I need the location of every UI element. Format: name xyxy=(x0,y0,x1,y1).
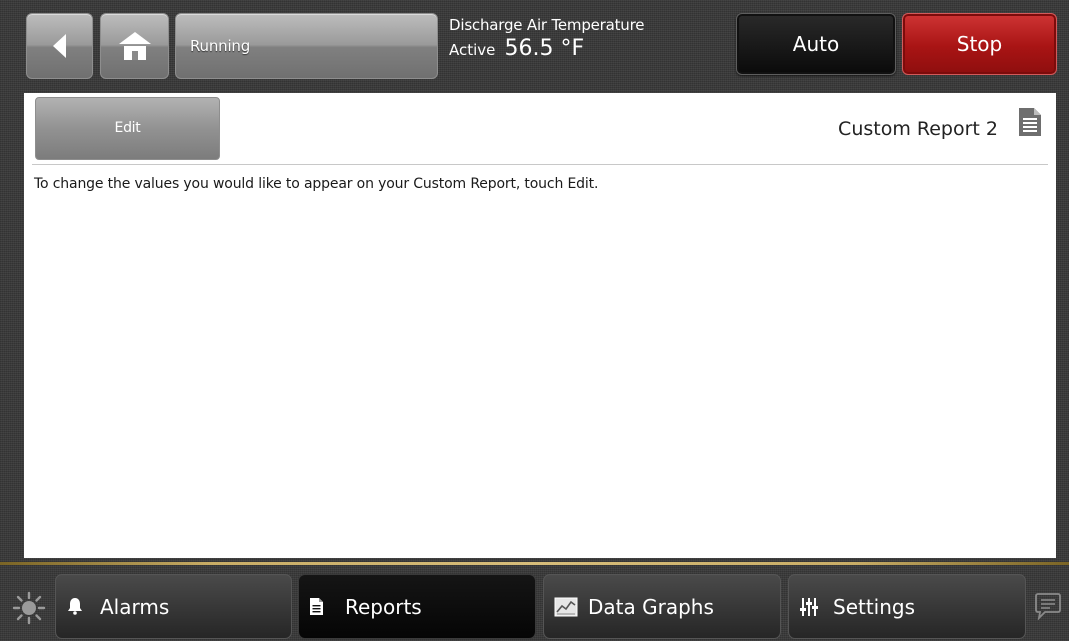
edit-button[interactable]: Edit xyxy=(35,97,220,160)
tab-data-graphs[interactable]: Data Graphs xyxy=(543,574,781,639)
edit-label: Edit xyxy=(114,120,141,136)
tab-reports-label: Reports xyxy=(345,595,422,619)
instructions-text: To change the values you would like to a… xyxy=(34,176,599,192)
report-title: Custom Report 2 xyxy=(838,118,998,140)
point-state: Active xyxy=(449,41,496,59)
stop-label: Stop xyxy=(956,32,1003,56)
point-name: Discharge Air Temperature xyxy=(449,16,645,34)
tab-alarms[interactable]: Alarms xyxy=(55,574,292,639)
tab-settings[interactable]: Settings xyxy=(788,574,1026,639)
tab-data-graphs-label: Data Graphs xyxy=(588,595,714,619)
report-panel: Edit Custom Report 2 To change the value… xyxy=(24,93,1056,558)
tab-settings-label: Settings xyxy=(833,595,916,619)
divider xyxy=(32,164,1048,165)
auto-mode-button[interactable]: Auto xyxy=(736,13,896,75)
bell-icon xyxy=(68,598,82,615)
brightness-icon[interactable] xyxy=(12,591,46,625)
point-display: Discharge Air Temperature Active 56.5 °F xyxy=(449,16,644,63)
auto-mode-label: Auto xyxy=(792,32,840,56)
document-icon xyxy=(1019,108,1041,136)
document-icon xyxy=(310,598,323,615)
status-label: Running xyxy=(190,37,251,55)
home-button[interactable] xyxy=(100,13,169,79)
graph-icon xyxy=(554,597,578,617)
home-icon xyxy=(118,32,151,60)
tab-alarms-label: Alarms xyxy=(100,595,170,619)
tab-reports[interactable]: Reports xyxy=(298,574,536,639)
back-button[interactable] xyxy=(26,13,93,79)
chat-icon[interactable] xyxy=(1035,592,1061,620)
point-value: 56.5 °F xyxy=(504,36,585,61)
accent-divider xyxy=(0,562,1069,565)
point-value-row: Active 56.5 °F xyxy=(449,36,644,63)
stop-button[interactable]: Stop xyxy=(902,13,1057,75)
back-arrow-icon xyxy=(52,34,66,58)
sliders-icon xyxy=(800,598,818,616)
status-button[interactable]: Running xyxy=(175,13,438,79)
